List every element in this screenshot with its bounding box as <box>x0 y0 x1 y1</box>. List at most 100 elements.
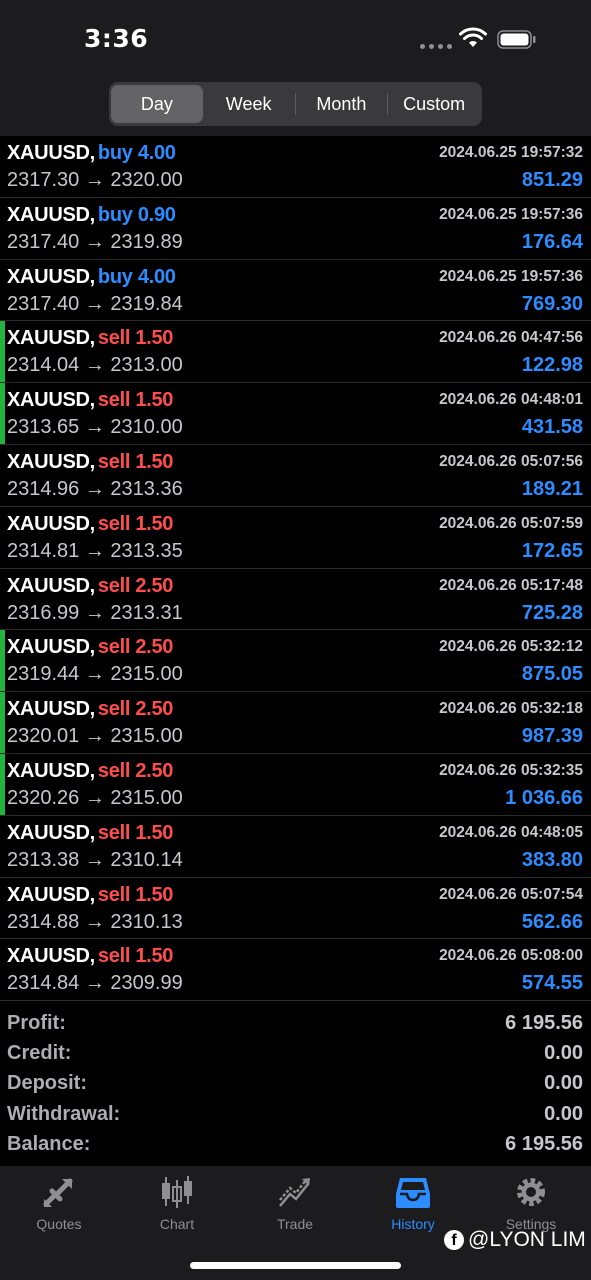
side-label: sell <box>97 389 131 412</box>
volume-label: 2.50 <box>135 574 174 597</box>
close-price: 2320.00 <box>110 169 183 191</box>
side-label: sell <box>97 327 131 350</box>
arrow-icon: → <box>84 663 105 686</box>
trade-side: buy 0.90 <box>98 204 176 226</box>
volume-label: 1.50 <box>135 450 174 473</box>
tab-history[interactable]: History <box>354 1174 472 1234</box>
volume-label: 4.00 <box>137 265 176 288</box>
open-price: 2320.26 <box>7 786 80 809</box>
watermark-text: @LYON LIM <box>468 1228 586 1251</box>
trade-row[interactable]: XAUUSD, buy 4.00 2024.06.25 19:57:32 2317.3… <box>0 136 591 198</box>
trade-row[interactable]: XAUUSD, sell 1.50 2024.06.26 05:08:00 2314.… <box>0 939 591 1002</box>
segment-custom[interactable]: Custom <box>388 85 480 123</box>
wifi-icon <box>459 27 487 47</box>
volume-label: 0.90 <box>137 203 176 226</box>
trade-datetime: 2024.06.26 05:17:48 <box>439 576 583 594</box>
open-price: 2317.40 <box>7 292 80 315</box>
close-price: 2310.13 <box>110 910 183 933</box>
open-price: 2314.84 <box>7 972 80 995</box>
header: 3:36 Day Week Month Custom <box>0 0 591 136</box>
home-indicator[interactable] <box>190 1262 401 1269</box>
tab-quotes[interactable]: Quotes <box>0 1174 118 1234</box>
volume-label: 2.50 <box>135 636 174 659</box>
arrow-icon: → <box>84 786 105 809</box>
summary-profit-row: Profit: 6 195.56 <box>0 1008 591 1038</box>
trade-prices: 2317.40 → 2319.89 <box>7 231 183 254</box>
trade-row[interactable]: XAUUSD, sell 2.50 2024.06.26 05:32:12 2319.… <box>0 630 591 693</box>
trade-row[interactable]: XAUUSD, buy 0.90 2024.06.25 19:57:36 2317.4… <box>0 198 591 260</box>
trade-profit: 383.80 <box>521 848 583 871</box>
symbol-name: XAUUSD, <box>7 327 95 350</box>
trade-datetime: 2024.06.26 04:48:01 <box>439 391 583 409</box>
trade-datetime: 2024.06.25 19:57:32 <box>439 144 583 161</box>
trade-row[interactable]: XAUUSD, sell 1.50 2024.06.26 04:48:05 2313.… <box>0 816 591 878</box>
trade-prices: 2314.96 → 2313.36 <box>7 478 183 501</box>
open-price: 2314.88 <box>7 910 80 933</box>
watermark: f @LYON LIM <box>444 1228 586 1252</box>
trade-prices: 2319.44 → 2315.00 <box>7 663 183 686</box>
trade-symbol: XAUUSD, sell 2.50 <box>7 575 173 598</box>
close-price: 2313.36 <box>110 477 183 500</box>
trade-prices: 2320.01 → 2315.00 <box>7 725 183 748</box>
trade-datetime: 2024.06.25 19:57:36 <box>439 267 583 285</box>
trade-row[interactable]: XAUUSD, sell 1.50 2024.06.26 04:48:01 2313.… <box>0 383 591 445</box>
close-price: 2315.00 <box>110 786 183 809</box>
period-segmented-control: Day Week Month Custom <box>109 82 482 126</box>
open-price: 2313.65 <box>7 416 80 439</box>
tab-label: Trade <box>276 1216 314 1232</box>
arrow-icon: → <box>84 292 105 315</box>
open-price: 2316.99 <box>7 601 80 624</box>
trade-row[interactable]: XAUUSD, buy 4.00 2024.06.25 19:57:36 2317.4… <box>0 260 591 322</box>
trade-profit: 122.98 <box>521 354 583 377</box>
symbol-name: XAUUSD, <box>7 945 95 968</box>
trade-profit: 725.28 <box>521 601 583 624</box>
trade-icon <box>279 1178 310 1207</box>
arrow-icon: → <box>84 972 105 995</box>
symbol-name: XAUUSD, <box>7 636 95 659</box>
volume-label: 2.50 <box>135 698 174 721</box>
trade-row[interactable]: XAUUSD, sell 1.50 2024.06.26 05:07:59 2314.… <box>0 507 591 569</box>
trade-marker <box>0 753 5 815</box>
arrow-icon: → <box>84 354 105 377</box>
close-price: 2313.31 <box>110 601 183 624</box>
trade-side: sell 2.50 <box>98 575 173 597</box>
tab-settings[interactable]: Settings <box>472 1174 590 1234</box>
trade-profit: 176.64 <box>521 230 583 253</box>
close-price: 2310.00 <box>110 416 183 439</box>
symbol-name: XAUUSD, <box>7 574 95 597</box>
trade-marker <box>0 692 5 753</box>
trade-profit: 875.05 <box>521 663 583 686</box>
trade-profit: 562.66 <box>521 910 583 933</box>
side-label: sell <box>97 450 131 473</box>
close-price: 2319.84 <box>110 292 183 315</box>
trade-row[interactable]: XAUUSD, sell 2.50 2024.06.26 05:17:48 2316.… <box>0 569 591 631</box>
trade-history-list: XAUUSD, buy 4.00 2024.06.25 19:57:32 2317.3… <box>0 136 591 1002</box>
summary-balance-row: Balance: 6 195.56 <box>0 1129 591 1159</box>
volume-label: 4.00 <box>137 142 176 164</box>
trade-symbol: XAUUSD, sell 2.50 <box>7 760 173 783</box>
trade-datetime: 2024.06.26 05:32:18 <box>439 700 583 718</box>
facebook-icon: f <box>444 1230 464 1250</box>
trade-row[interactable]: XAUUSD, sell 2.50 2024.06.26 05:32:35 2320.… <box>0 753 591 816</box>
trade-row[interactable]: XAUUSD, sell 1.50 2024.06.26 05:07:56 2314.… <box>0 445 591 507</box>
trade-datetime: 2024.06.26 05:07:56 <box>439 452 583 470</box>
tab-chart[interactable]: Chart <box>118 1174 236 1234</box>
trade-row[interactable]: XAUUSD, sell 1.50 2024.06.26 05:07:54 2314.… <box>0 878 591 940</box>
segment-day[interactable]: Day <box>111 85 203 123</box>
settings-icon <box>517 1178 545 1206</box>
arrow-icon: → <box>84 477 105 500</box>
open-price: 2314.96 <box>7 477 80 500</box>
side-label: sell <box>97 883 131 906</box>
tab-trade[interactable]: Trade <box>236 1174 354 1234</box>
side-label: buy <box>97 265 133 288</box>
arrow-icon: → <box>84 416 105 439</box>
trade-row[interactable]: XAUUSD, sell 1.50 2024.06.26 04:47:56 2314.… <box>0 321 591 384</box>
open-price: 2319.44 <box>7 663 80 686</box>
trade-symbol: XAUUSD, buy 4.00 <box>7 266 176 289</box>
status-time: 3:36 <box>84 24 149 53</box>
close-price: 2310.14 <box>110 848 183 871</box>
symbol-name: XAUUSD, <box>7 389 95 412</box>
segment-week[interactable]: Week <box>203 85 295 123</box>
trade-row[interactable]: XAUUSD, sell 2.50 2024.06.26 05:32:18 2320.… <box>0 692 591 754</box>
segment-month[interactable]: Month <box>296 85 388 123</box>
